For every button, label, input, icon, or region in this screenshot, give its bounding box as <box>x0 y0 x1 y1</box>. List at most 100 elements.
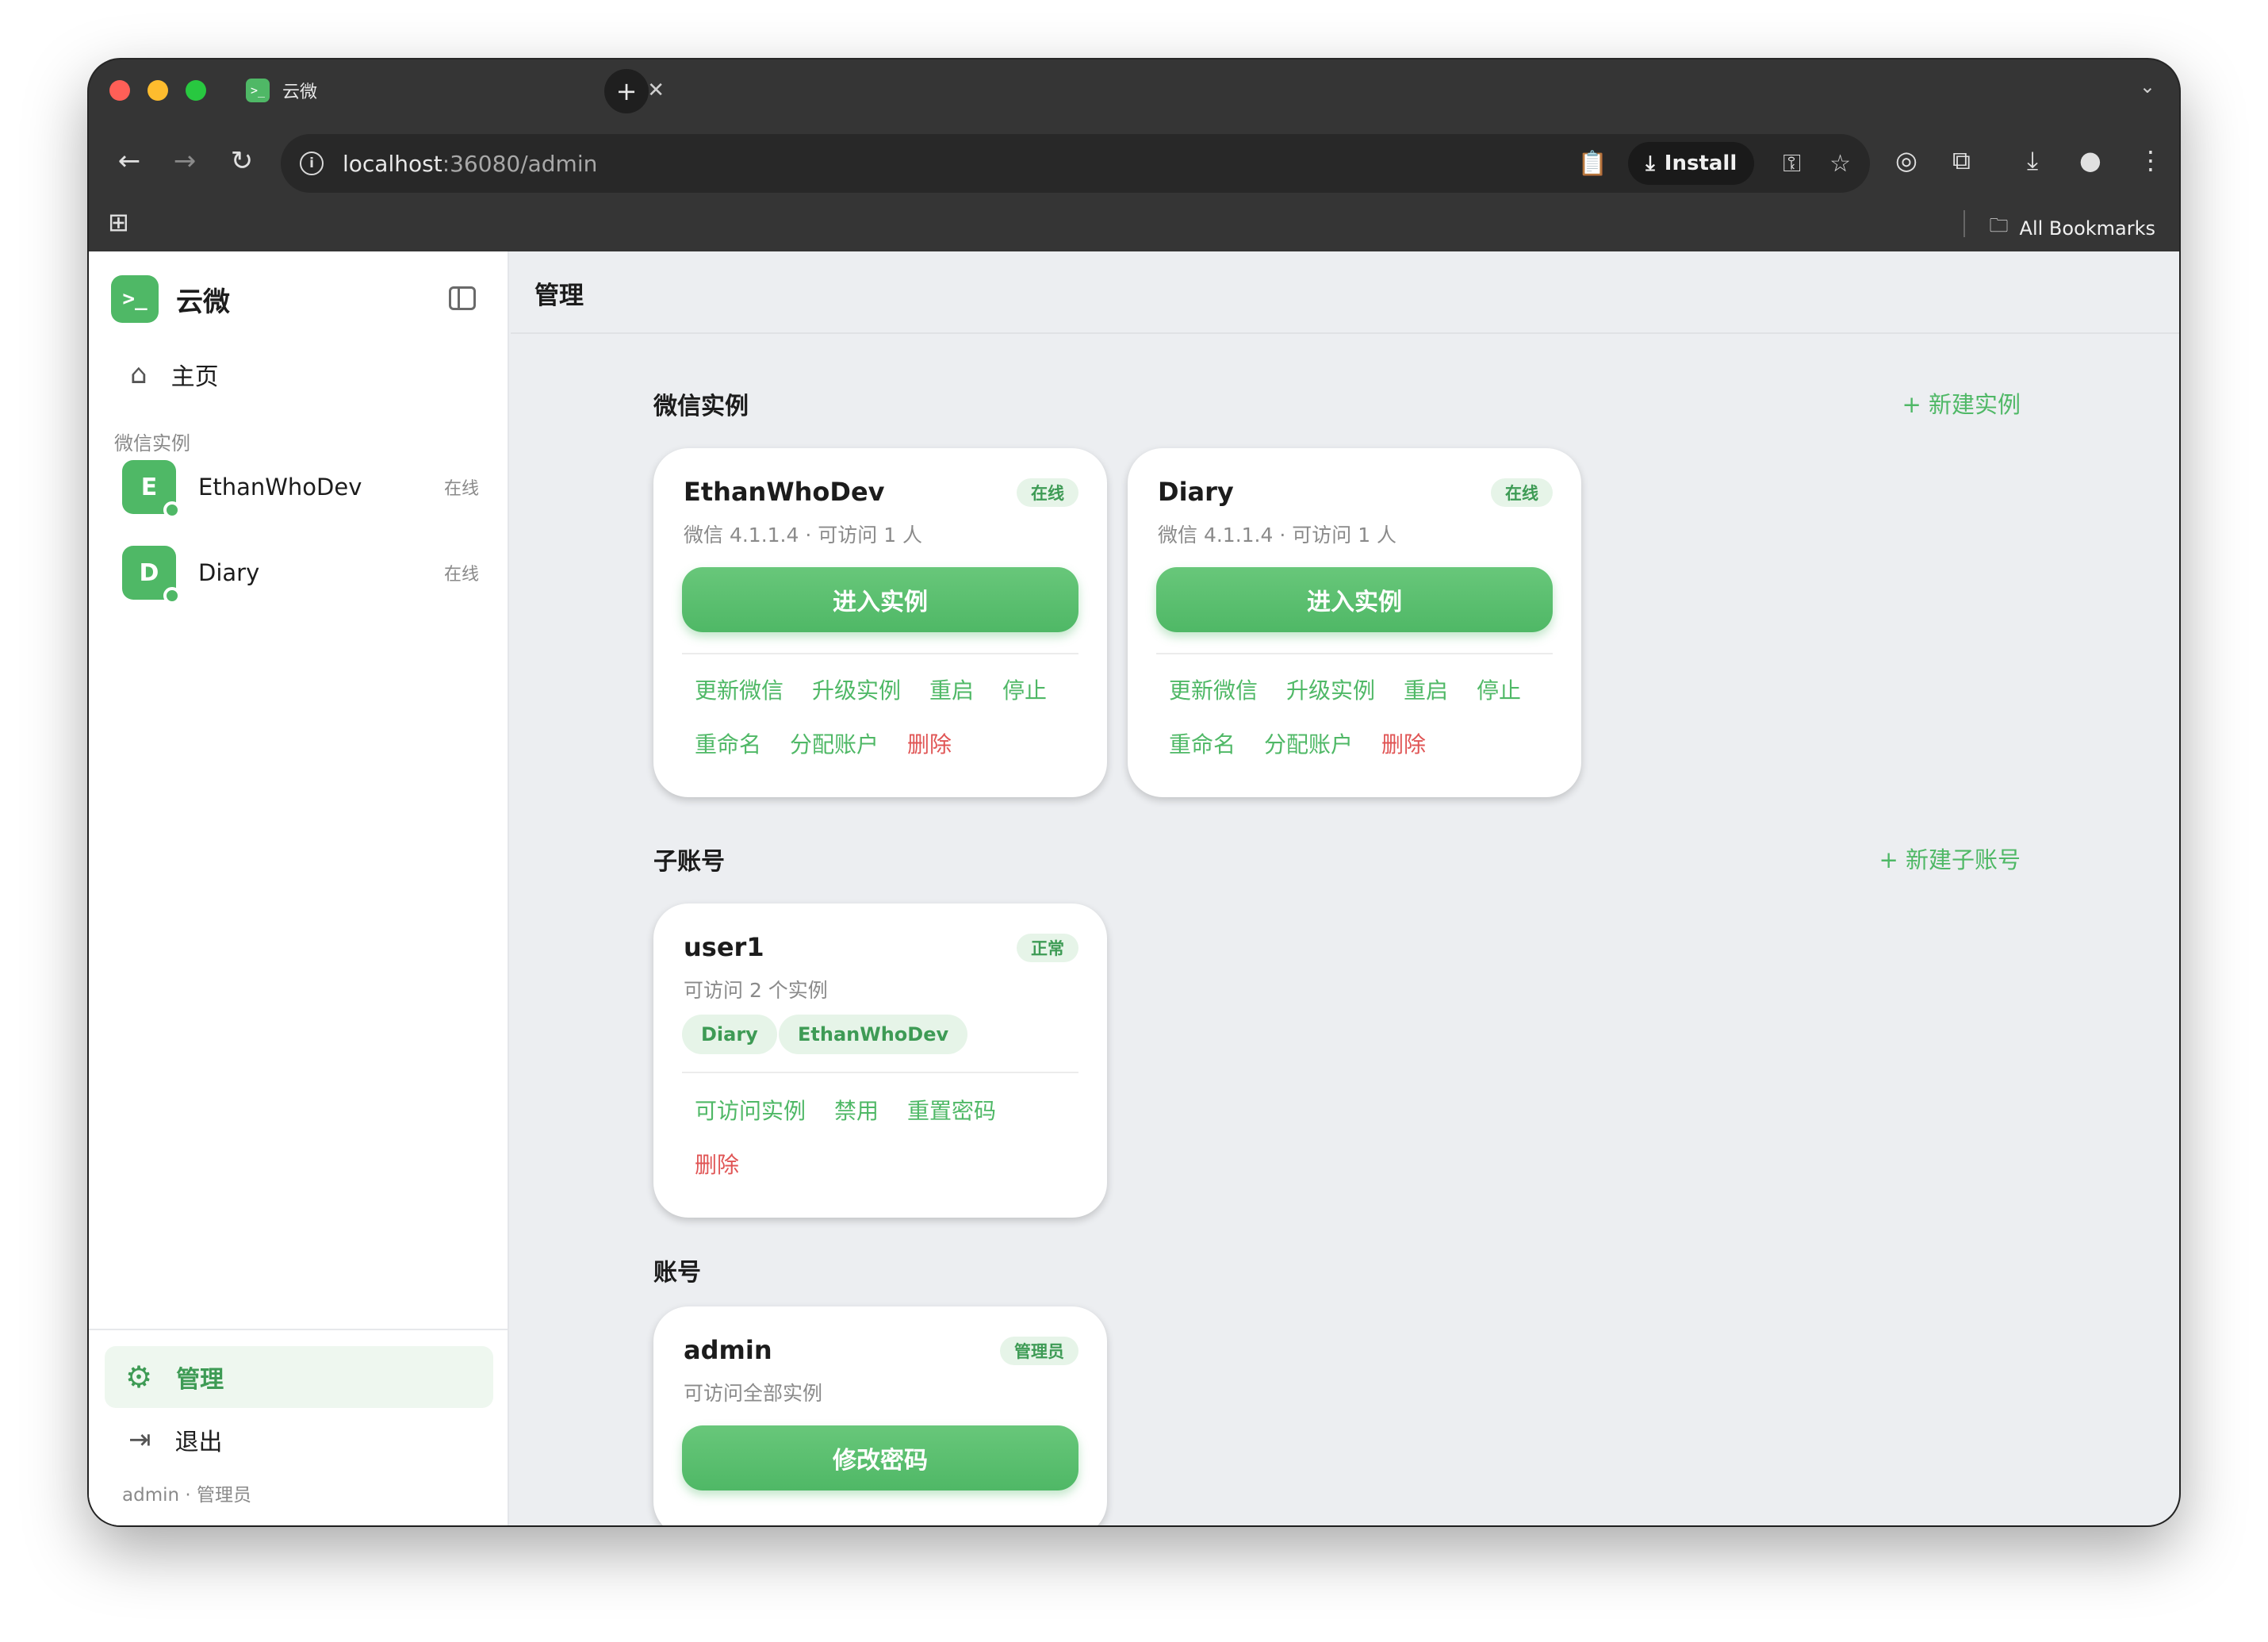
stop-link[interactable]: 停止 <box>1002 673 1047 705</box>
instance-avatar: E <box>122 460 181 519</box>
main-content: 管理 微信实例 + 新建实例 EthanWhoDev 在线 微信 4.1.1.4… <box>511 251 2179 1525</box>
instance-card-name: EthanWhoDev <box>684 477 885 507</box>
upgrade-instance-link[interactable]: 升级实例 <box>812 673 901 705</box>
forward-icon[interactable]: → <box>165 145 205 177</box>
extensions-icon[interactable]: ⧉ <box>1952 145 1971 176</box>
address-bar[interactable]: i localhost:36080/admin 📋 ⤓ Install ⚿ ☆ <box>281 134 1870 193</box>
minimize-window-button[interactable] <box>147 80 168 101</box>
new-instance-button[interactable]: + 新建实例 <box>1902 386 2021 420</box>
downloads-icon[interactable]: ⤓ <box>2027 145 2038 176</box>
disable-link[interactable]: 禁用 <box>834 1094 879 1126</box>
apps-grid-icon[interactable]: ⊞ <box>108 207 129 237</box>
status-badge: 在线 <box>1491 478 1553 507</box>
browser-window: >_ 云微 ✕ + ⌄ ← → ↻ i localhost:36080/admi… <box>89 59 2179 1525</box>
sidebar-item-instance[interactable]: D Diary 在线 <box>122 542 484 604</box>
enter-instance-button[interactable]: 进入实例 <box>1156 567 1553 632</box>
browser-toolbar: ← → ↻ i localhost:36080/admin 📋 ⤓ Instal… <box>89 131 2179 199</box>
account-card: admin 管理员 可访问全部实例 修改密码 <box>653 1306 1107 1525</box>
sidebar-item-home[interactable]: ⌂ 主页 <box>113 347 485 402</box>
card-divider <box>682 653 1078 654</box>
update-wechat-link[interactable]: 更新微信 <box>695 673 783 705</box>
restart-link[interactable]: 重启 <box>1404 673 1448 705</box>
close-window-button[interactable] <box>109 80 130 101</box>
sidebar-item-instance[interactable]: E EthanWhoDev 在线 <box>122 456 484 519</box>
new-subaccount-button[interactable]: + 新建子账号 <box>1879 842 2021 875</box>
assign-account-link[interactable]: 分配账户 <box>790 727 879 759</box>
bookmark-star-icon[interactable]: ☆ <box>1829 150 1851 178</box>
tab-search-chevron-icon[interactable]: ⌄ <box>2140 75 2155 98</box>
sidebar-item-label: 管理 <box>176 1366 224 1394</box>
folder-icon: 🗀 <box>1989 214 2009 236</box>
instance-card-subtitle: 微信 4.1.1.4 · 可访问 1 人 <box>1158 524 1397 547</box>
instance-name: Diary <box>198 559 260 586</box>
tab-close-icon[interactable]: ✕ <box>647 79 665 102</box>
reset-password-link[interactable]: 重置密码 <box>907 1094 996 1126</box>
instance-avatar: D <box>122 546 181 604</box>
assign-account-link[interactable]: 分配账户 <box>1264 727 1353 759</box>
restart-link[interactable]: 重启 <box>929 673 974 705</box>
main-header: 管理 <box>511 251 2179 334</box>
update-wechat-link[interactable]: 更新微信 <box>1169 673 1258 705</box>
avatar-initial: D <box>139 558 159 587</box>
status-badge: 正常 <box>1017 934 1078 962</box>
online-dot-icon <box>163 501 181 519</box>
bookmarks-bar: ⊞ 🗀 All Bookmarks <box>89 201 2179 251</box>
subaccount-card: user1 正常 可访问 2 个实例 Diary EthanWhoDev 可访问… <box>653 903 1107 1218</box>
install-label: Install <box>1664 152 1737 175</box>
back-icon[interactable]: ← <box>109 145 149 177</box>
instance-card: EthanWhoDev 在线 微信 4.1.1.4 · 可访问 1 人 进入实例… <box>653 448 1107 797</box>
change-password-button[interactable]: 修改密码 <box>682 1425 1078 1490</box>
rename-link[interactable]: 重命名 <box>1169 727 1236 759</box>
url-path: :36080/admin <box>442 150 598 177</box>
app-page: >_ 云微 ⌂ 主页 微信实例 E EthanWhoDev 在线 D Diary… <box>89 251 2179 1525</box>
instance-card-subtitle: 微信 4.1.1.4 · 可访问 1 人 <box>684 524 923 547</box>
window-controls <box>109 80 206 101</box>
tab-favicon-icon: >_ <box>246 79 270 102</box>
brand[interactable]: >_ 云微 <box>111 275 230 323</box>
menu-kebab-icon[interactable]: ⋮ <box>2138 145 2163 175</box>
sidebar-item-label: 主页 <box>170 363 219 391</box>
bookmarks-separator <box>1963 210 1965 237</box>
upgrade-instance-link[interactable]: 升级实例 <box>1286 673 1375 705</box>
instance-chip: Diary <box>682 1015 777 1054</box>
instance-card-name: Diary <box>1158 477 1234 507</box>
logout-icon: ⇥ <box>128 1424 151 1456</box>
home-icon: ⌂ <box>130 359 147 390</box>
accessible-instances-link[interactable]: 可访问实例 <box>695 1094 806 1126</box>
profile-avatar-icon[interactable]: ● <box>2079 145 2101 175</box>
delete-instance-link[interactable]: 删除 <box>1381 727 1426 759</box>
delete-instance-link[interactable]: 删除 <box>907 727 952 759</box>
site-info-icon[interactable]: i <box>300 152 324 175</box>
instance-chip: EthanWhoDev <box>779 1015 968 1054</box>
sidebar-divider <box>89 1329 508 1330</box>
maximize-window-button[interactable] <box>186 80 206 101</box>
subaccount-name: user1 <box>684 932 764 962</box>
avatar-initial: E <box>140 473 158 501</box>
section-title-instances: 微信实例 <box>653 393 749 420</box>
page-title: 管理 <box>534 282 584 310</box>
browser-chrome: >_ 云微 ✕ + ⌄ ← → ↻ i localhost:36080/admi… <box>89 59 2179 251</box>
sidebar-item-logout[interactable]: ⇥ 退出 <box>105 1411 493 1468</box>
clipboard-icon[interactable]: 📋 <box>1578 150 1607 178</box>
subaccount-subtitle: 可访问 2 个实例 <box>684 979 828 1002</box>
sidebar: >_ 云微 ⌂ 主页 微信实例 E EthanWhoDev 在线 D Diary… <box>89 251 509 1525</box>
sidebar-toggle-icon[interactable] <box>449 286 476 310</box>
rename-link[interactable]: 重命名 <box>695 727 761 759</box>
all-bookmarks-button[interactable]: 🗀 All Bookmarks <box>1990 212 2155 244</box>
incognito-icon[interactable]: ◎ <box>1895 145 1917 175</box>
sidebar-item-admin[interactable]: ⚙ 管理 <box>105 1346 493 1408</box>
online-dot-icon <box>163 587 181 604</box>
enter-instance-button[interactable]: 进入实例 <box>682 567 1078 632</box>
delete-subaccount-link[interactable]: 删除 <box>695 1148 739 1180</box>
install-app-button[interactable]: ⤓ Install <box>1628 142 1755 185</box>
password-key-icon[interactable]: ⚿ <box>1783 150 1801 178</box>
instance-card: Diary 在线 微信 4.1.1.4 · 可访问 1 人 进入实例 更新微信 … <box>1128 448 1581 797</box>
current-user-info: admin · 管理员 <box>122 1485 251 1506</box>
section-title-account: 账号 <box>653 1259 701 1287</box>
stop-link[interactable]: 停止 <box>1477 673 1521 705</box>
new-tab-button[interactable]: + <box>604 69 649 113</box>
instance-status: 在线 <box>443 479 479 499</box>
url-text[interactable]: localhost:36080/admin <box>343 151 1550 177</box>
card-divider <box>682 1072 1078 1073</box>
reload-icon[interactable]: ↻ <box>222 145 262 177</box>
